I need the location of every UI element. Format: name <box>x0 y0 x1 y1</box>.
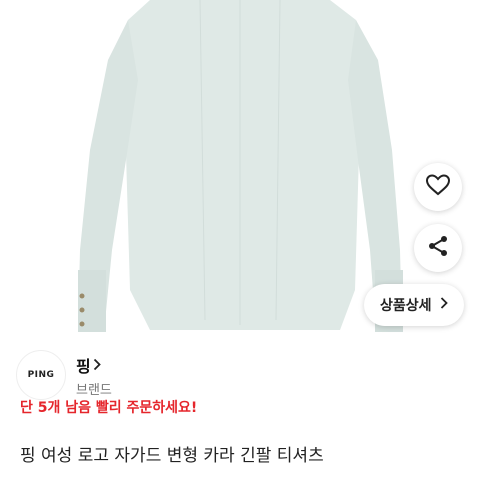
brand-name: 핑 <box>76 357 91 376</box>
chevron-right-icon <box>440 297 448 313</box>
stock-warning: 단 5개 남음 빨리 주문하세요! <box>20 400 198 416</box>
share-button[interactable] <box>414 224 462 272</box>
product-detail-button[interactable]: 상품상세 <box>364 284 464 326</box>
share-icon <box>426 234 450 262</box>
chevron-right-icon <box>93 356 101 375</box>
product-detail-label: 상품상세 <box>380 298 432 314</box>
brand-logo[interactable]: PING <box>16 350 66 400</box>
like-button[interactable] <box>414 163 462 211</box>
product-title: 핑 여성 로고 자가드 변형 카라 긴팔 티셔츠 <box>20 446 324 466</box>
heart-icon <box>425 173 451 201</box>
brand-name-link[interactable]: 핑 <box>76 353 101 377</box>
brand-logo-text: PING <box>27 370 55 380</box>
brand-caption: 브랜드 <box>76 383 112 398</box>
